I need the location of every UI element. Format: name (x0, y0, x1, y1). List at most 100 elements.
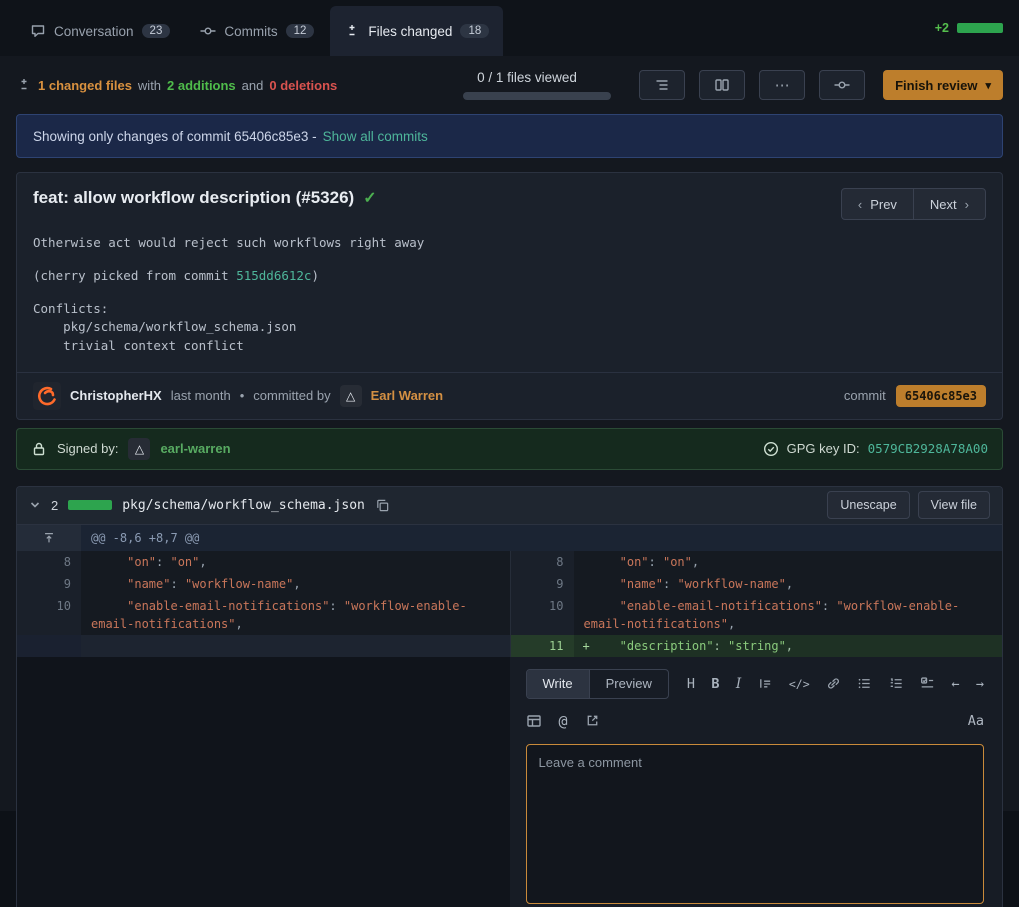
commit-sha-group: commit 65406c85e3 (844, 385, 986, 407)
reference-icon[interactable] (585, 713, 600, 728)
code-token: , (786, 639, 793, 653)
view-file-button[interactable]: View file (918, 491, 990, 519)
old-line-number[interactable]: 8 (17, 551, 81, 573)
code-token: "string" (728, 639, 786, 653)
committer-name[interactable]: Earl Warren (371, 388, 444, 403)
new-line-number[interactable]: 9 (510, 573, 574, 595)
code-token: : (822, 599, 836, 613)
comment-editor: Write Preview H B I </> (510, 657, 1003, 907)
diff-options-button[interactable]: ⋯ (759, 70, 805, 100)
commit-message-panel: feat: allow workflow description (#5326)… (16, 172, 1003, 420)
task-list-icon[interactable] (920, 676, 935, 691)
copy-icon[interactable] (375, 498, 390, 513)
commit-nav: ‹ Prev Next › (841, 188, 986, 220)
deletions-count: 0 deletions (269, 78, 337, 93)
tab-label: Files changed (368, 24, 452, 39)
write-tab[interactable]: Write (527, 670, 589, 698)
tab-files-changed[interactable]: Files changed 18 (330, 6, 503, 56)
hunk-row: @@ -8,6 +8,7 @@ (17, 525, 1002, 551)
code-icon[interactable]: </> (789, 677, 810, 691)
signer-name[interactable]: earl-warren (160, 441, 230, 456)
conversation-count-badge: 23 (142, 24, 171, 38)
new-line-number[interactable]: 10 (510, 595, 574, 635)
new-code-line: "enable-email-notifications": "workflow-… (574, 595, 1003, 635)
preview-tab[interactable]: Preview (589, 670, 668, 698)
link-icon[interactable] (826, 676, 841, 691)
new-line-number[interactable]: 8 (510, 551, 574, 573)
undo-icon[interactable]: ← (951, 676, 959, 692)
ordered-list-icon[interactable] (889, 676, 904, 691)
tab-conversation[interactable]: Conversation 23 (16, 6, 184, 56)
chevron-left-icon: ‹ (858, 197, 862, 212)
code-token: : (714, 639, 728, 653)
code-token: , (692, 555, 699, 569)
new-code-line: "on": "on", (574, 551, 1003, 573)
file-name[interactable]: pkg/schema/workflow_schema.json (122, 498, 365, 513)
code-token: , (786, 577, 793, 591)
finish-review-button[interactable]: Finish review ▾ (883, 70, 1003, 100)
old-line-number[interactable]: 9 (17, 573, 81, 595)
diff-row: 11+ "description": "string", (17, 635, 1002, 657)
ci-success-icon[interactable]: ✓ (363, 188, 376, 208)
chevron-down-icon[interactable] (29, 499, 41, 511)
ellipsis-icon: ⋯ (775, 76, 790, 94)
editor-toolbar-row2: @ Aa (526, 712, 985, 730)
prev-commit-button[interactable]: ‹ Prev (841, 188, 914, 220)
heading-icon[interactable]: H (687, 676, 695, 692)
editor-toolbar: Write Preview H B I </> (526, 669, 985, 699)
prev-label: Prev (870, 197, 897, 212)
redo-icon[interactable]: → (976, 676, 984, 692)
commit-filter-banner: Showing only changes of commit 65406c85e… (16, 114, 1003, 158)
gpg-key-label: GPG key ID: (787, 441, 860, 456)
tab-label: Conversation (54, 24, 134, 39)
old-line-number[interactable]: 10 (17, 595, 81, 635)
unordered-list-icon[interactable] (857, 676, 872, 691)
table-icon[interactable] (526, 713, 542, 729)
committed-by-label: committed by (253, 388, 330, 403)
commit-sha-badge[interactable]: 65406c85e3 (896, 385, 986, 407)
commits-dropdown-button[interactable] (819, 70, 865, 100)
cherry-pick-hash-link[interactable]: 515dd6612c (236, 268, 311, 283)
committer-avatar[interactable]: △ (340, 385, 362, 407)
cherry-pick-text: (cherry picked from commit (33, 268, 236, 283)
commit-body: Otherwise act would reject such workflow… (17, 224, 1002, 372)
split-view-button[interactable] (699, 70, 745, 100)
hunk-header: @@ -8,6 +8,7 @@ (81, 525, 1002, 551)
next-commit-button[interactable]: Next › (913, 188, 986, 220)
lock-icon (31, 441, 47, 457)
commit-label: commit (844, 388, 886, 403)
changed-files-link[interactable]: 1 changed files (38, 78, 132, 93)
quote-icon[interactable] (758, 676, 773, 691)
chevron-right-icon: › (965, 197, 969, 212)
new-line-number[interactable]: 11 (510, 635, 574, 657)
expand-hunk-button[interactable] (17, 525, 81, 551)
gpg-key-value: 0579CB2928A78A00 (868, 441, 988, 456)
code-token: "name" (91, 577, 170, 591)
finish-review-label: Finish review (895, 78, 977, 93)
author-avatar[interactable] (33, 382, 61, 410)
additions-count: 2 additions (167, 78, 236, 93)
new-code-line: + "description": "string", (574, 635, 1003, 657)
author-name[interactable]: ChristopherHX (70, 388, 162, 403)
unescape-button[interactable]: Unescape (827, 491, 909, 519)
file-tree-toggle-button[interactable] (639, 70, 685, 100)
files-viewed-progress (463, 92, 611, 100)
text-size-icon[interactable]: Aa (968, 713, 984, 729)
files-viewed-label: 0 / 1 files viewed (463, 70, 577, 85)
caret-down-icon: ▾ (985, 79, 991, 92)
code-token: "on" (91, 555, 156, 569)
mention-icon[interactable]: @ (559, 712, 568, 730)
summary-text: with (138, 78, 161, 93)
signer-avatar[interactable]: △ (128, 438, 150, 460)
bold-icon[interactable]: B (711, 676, 719, 692)
pr-files-page: Conversation 23 Commits 12 Files changed… (0, 0, 1019, 907)
commit-header: feat: allow workflow description (#5326)… (17, 173, 1002, 224)
show-all-commits-link[interactable]: Show all commits (323, 129, 428, 144)
banner-text: Showing only changes of commit 65406c85e… (33, 129, 317, 144)
code-token: "name" (584, 577, 663, 591)
comment-textarea[interactable] (526, 744, 985, 904)
file-diffstat-bar (68, 500, 112, 510)
italic-icon[interactable]: I (736, 676, 741, 692)
tab-commits[interactable]: Commits 12 (186, 6, 328, 56)
commits-count-badge: 12 (286, 24, 315, 38)
